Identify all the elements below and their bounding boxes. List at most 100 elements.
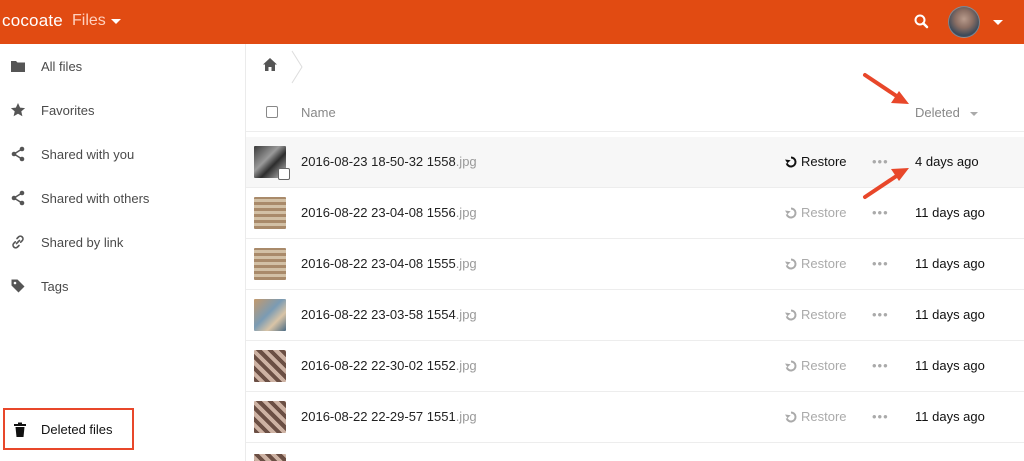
star-icon — [10, 102, 26, 118]
file-basename: 2016-08-22 23-03-58 1554 — [301, 307, 456, 322]
restore-button[interactable]: Restore — [785, 307, 847, 322]
file-name[interactable]: 2016-08-22 23-03-58 1554.jpg — [301, 307, 477, 322]
restore-label: Restore — [801, 358, 847, 373]
share-icon — [10, 190, 26, 206]
restore-icon — [785, 156, 797, 167]
file-extension: .jpg — [455, 205, 477, 220]
deleted-date: 11 days ago — [915, 307, 985, 322]
sort-descending-icon[interactable] — [970, 112, 978, 116]
file-thumbnail — [254, 197, 286, 229]
file-thumbnail — [254, 299, 286, 331]
file-extension: .jpg — [455, 154, 477, 169]
restore-button[interactable]: Restore — [785, 154, 847, 169]
file-name[interactable]: 2016-08-23 18-50-32 1558.jpg — [301, 154, 477, 169]
file-thumbnail — [254, 350, 286, 382]
file-name[interactable]: 2016-08-22 22-29-57 1551.jpg — [301, 409, 477, 424]
file-thumbnail — [254, 248, 286, 280]
sidebar-item-label: Tags — [41, 278, 69, 294]
row-checkbox[interactable] — [278, 168, 290, 180]
sidebar-item-label: All files — [41, 58, 83, 74]
deleted-date: 11 days ago — [915, 256, 985, 271]
deleted-date: 11 days ago — [915, 358, 985, 373]
breadcrumb — [246, 44, 1024, 88]
sidebar-item-shared-with-you[interactable]: Shared with you — [0, 132, 246, 176]
file-extension: .jpg — [455, 256, 477, 271]
file-basename: 2016-08-22 22-29-57 1551 — [301, 409, 456, 424]
restore-label: Restore — [801, 307, 847, 322]
file-basename: 2016-08-23 18-50-32 1558 — [301, 154, 456, 169]
restore-button[interactable]: Restore — [785, 205, 847, 220]
folder-icon — [10, 58, 26, 74]
file-thumbnail — [254, 146, 290, 180]
restore-label: Restore — [801, 409, 847, 424]
file-name[interactable]: 2016-08-22 23-04-08 1556.jpg — [301, 205, 477, 220]
more-actions-icon[interactable]: ••• — [872, 358, 889, 373]
more-actions-icon[interactable]: ••• — [872, 256, 889, 271]
column-deleted-header[interactable]: Deleted — [915, 105, 960, 120]
file-name[interactable]: 2016-08-22 23-04-08 1555.jpg — [301, 256, 477, 271]
sidebar-item-label: Shared with others — [41, 190, 150, 206]
table-row[interactable]: 2016-08-22 23-03-58 1554.jpg Restore •••… — [246, 290, 1024, 341]
restore-button[interactable]: Restore — [785, 409, 847, 424]
sidebar-item-label: Shared by link — [41, 234, 124, 250]
deleted-date: 4 days ago — [915, 154, 979, 169]
more-actions-icon[interactable]: ••• — [872, 307, 889, 322]
table-row[interactable]: 2016-08-22 22-30-02 1552.jpg Restore •••… — [246, 341, 1024, 392]
file-extension: .jpg — [455, 358, 477, 373]
more-actions-icon[interactable]: ••• — [872, 409, 889, 424]
sidebar-item-deleted-files[interactable]: Deleted files — [3, 408, 134, 450]
file-basename: 2016-08-22 23-04-08 1555 — [301, 256, 456, 271]
deleted-date: 11 days ago — [915, 409, 985, 424]
file-list-panel: Name Deleted 2016-08-23 18-50-32 1558.jp… — [246, 44, 1024, 461]
file-thumbnail — [254, 454, 286, 461]
user-avatar[interactable] — [948, 6, 980, 38]
more-actions-icon[interactable]: ••• — [872, 154, 889, 169]
chevron-down-icon[interactable] — [993, 20, 1003, 25]
sidebar: All files Favorites Shared with you Shar… — [0, 44, 246, 461]
chevron-down-icon[interactable] — [111, 19, 121, 24]
restore-button[interactable]: Restore — [785, 256, 847, 271]
file-basename: 2016-08-22 23-04-08 1556 — [301, 205, 456, 220]
restore-label: Restore — [801, 205, 847, 220]
home-icon[interactable] — [262, 57, 278, 77]
search-icon[interactable] — [912, 12, 932, 32]
file-name[interactable]: 2016-08-22 22-30-02 1552.jpg — [301, 358, 477, 373]
brand-logo[interactable]: cocoate — [2, 11, 63, 31]
share-icon — [10, 146, 26, 162]
app-header: cocoate Files — [0, 0, 1024, 44]
table-row[interactable]: 2016-08-22 22-29-57 1551.jpg Restore •••… — [246, 392, 1024, 443]
sidebar-item-shared-by-link[interactable]: Shared by link — [0, 220, 246, 264]
select-all-checkbox[interactable] — [266, 106, 278, 118]
restore-icon — [785, 309, 797, 320]
sidebar-item-shared-with-others[interactable]: Shared with others — [0, 176, 246, 220]
column-name-header[interactable]: Name — [301, 105, 336, 120]
restore-icon — [785, 258, 797, 269]
restore-icon — [785, 207, 797, 218]
link-icon — [10, 234, 26, 250]
sidebar-item-label: Shared with you — [41, 146, 135, 162]
sidebar-item-tags[interactable]: Tags — [0, 264, 246, 308]
restore-button[interactable]: Restore — [785, 358, 847, 373]
app-switcher-label[interactable]: Files — [72, 12, 106, 30]
file-basename: 2016-08-22 22-30-02 1552 — [301, 358, 456, 373]
sidebar-item-label: Favorites — [41, 102, 95, 118]
table-row[interactable]: 2016-08-22 23-04-08 1556.jpg Restore •••… — [246, 188, 1024, 239]
restore-icon — [785, 360, 797, 371]
sidebar-item-label: Deleted files — [41, 422, 113, 437]
restore-label: Restore — [801, 154, 847, 169]
column-header: Name Deleted — [246, 92, 1024, 132]
table-row[interactable] — [246, 449, 1024, 461]
file-extension: .jpg — [455, 409, 477, 424]
sidebar-item-favorites[interactable]: Favorites — [0, 88, 246, 132]
table-row[interactable]: 2016-08-23 18-50-32 1558.jpg Restore •••… — [246, 137, 1024, 188]
tag-icon — [10, 278, 26, 294]
deleted-date: 11 days ago — [915, 205, 985, 220]
trash-icon — [12, 422, 28, 438]
sidebar-item-all-files[interactable]: All files — [0, 44, 246, 88]
restore-label: Restore — [801, 256, 847, 271]
restore-icon — [785, 411, 797, 422]
breadcrumb-separator-icon — [290, 50, 304, 89]
table-row[interactable]: 2016-08-22 23-04-08 1555.jpg Restore •••… — [246, 239, 1024, 290]
more-actions-icon[interactable]: ••• — [872, 205, 889, 220]
file-extension: .jpg — [455, 307, 477, 322]
